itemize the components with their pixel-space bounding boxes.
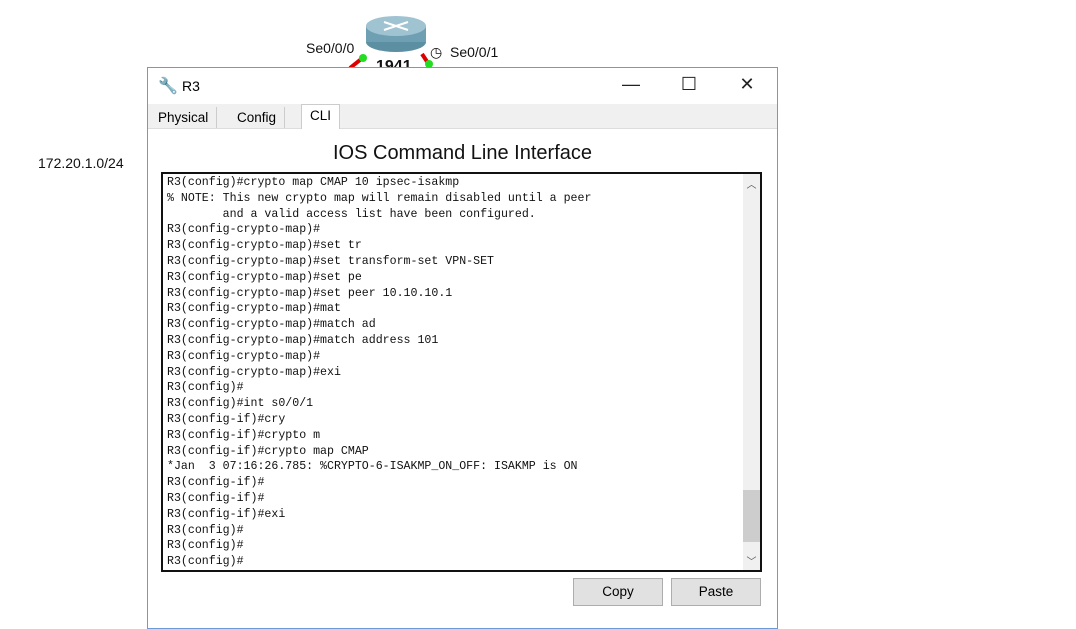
cli-line: R3(config)# [167,539,244,553]
cli-line: R3(config-crypto-map)#exi [167,365,341,379]
cli-line: and a valid access list have been config… [167,207,536,221]
tab-physical[interactable]: Physical [150,107,218,128]
cli-line: R3(config)#int s0/0/1 [167,397,314,411]
cli-line: R3(config-crypto-map)#match address 101 [167,333,439,347]
cli-line: R3(config)# [167,523,244,537]
cli-line: R3(config)# [167,381,244,395]
cli-heading: IOS Command Line Interface [332,142,592,164]
copy-button[interactable]: Copy [573,578,663,606]
cli-line: R3(config-if)# [167,476,265,490]
cli-line: R3(config-crypto-map)# [167,223,321,237]
scrollbar-thumb[interactable] [743,490,760,542]
scroll-down-icon[interactable]: ﹀ [743,553,760,568]
cli-line: R3(config-crypto-map)#set peer 10.10.10.… [167,286,453,300]
cli-panel: IOS Command Line Interface R3(config)#cr… [148,129,777,628]
cli-line: % NOTE: This new crypto map will remain … [167,191,592,205]
scrollbar[interactable]: ︿ ﹀ [743,174,760,570]
cli-line: R3(config)#crypto map CMAP 10 ipsec-isak… [167,176,460,189]
cli-line: R3(config-if)# [167,491,265,505]
tab-config[interactable]: Config [229,107,286,128]
interface-label-right: Se0/0/1 [450,44,499,60]
interface-label-left: Se0/0/0 [306,40,355,56]
cli-line: R3(config)# [167,555,244,569]
cli-line: R3(config-crypto-map)# [167,349,321,363]
title-bar[interactable]: 🔧 R3 — ☐ ✕ [148,68,777,104]
cli-terminal[interactable]: R3(config)#crypto map CMAP 10 ipsec-isak… [161,172,762,572]
network-label: 172.20.1.0/24 [38,155,124,171]
clock-icon: ◷ [430,44,443,60]
cli-line: R3(config-if)#crypto m [167,428,321,442]
device-window: 🔧 R3 — ☐ ✕ Physical Config CLI IOS Comma… [147,67,778,629]
router-icon[interactable] [364,14,428,54]
tab-cli[interactable]: CLI [301,104,341,130]
paste-button[interactable]: Paste [671,578,761,606]
router-app-icon: 🔧 [158,78,178,95]
scroll-up-icon[interactable]: ︿ [743,176,760,191]
maximize-button[interactable]: ☐ [674,74,704,95]
cli-line: R3(config-crypto-map)#set transform-set … [167,254,494,268]
cli-line: R3(config-crypto-map)#set pe [167,270,362,284]
cli-line: R3(config-crypto-map)#mat [167,302,341,316]
minimize-button[interactable]: — [616,74,646,95]
cli-line: R3(config-crypto-map)#match ad [167,318,376,332]
cli-line: R3(config-if)#exi [167,507,286,521]
cli-line: *Jan 3 07:16:26.785: %CRYPTO-6-ISAKMP_ON… [167,460,578,474]
cli-line: R3(config-crypto-map)#set tr [167,239,362,253]
cli-line: R3(config-if)#crypto map CMAP [167,444,369,458]
cli-line: R3(config-if)#cry [167,412,286,426]
tab-bar: Physical Config CLI [148,104,777,130]
window-title: R3 [182,78,200,94]
close-button[interactable]: ✕ [732,74,762,95]
